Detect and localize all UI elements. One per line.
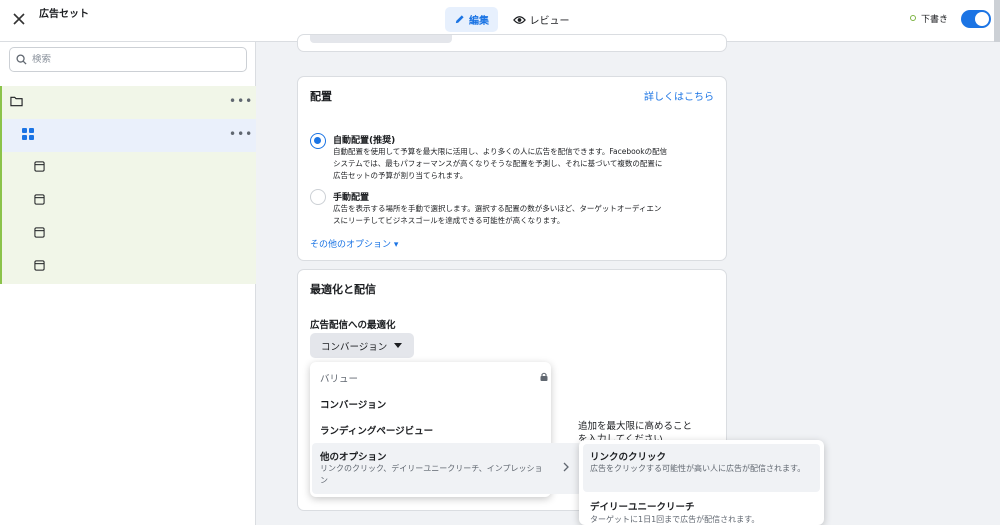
tab-edit[interactable]: 編集 bbox=[445, 7, 498, 32]
lock-icon bbox=[540, 372, 548, 381]
optimization-title: 最適化と配信 bbox=[310, 283, 376, 296]
ad-icon bbox=[34, 260, 45, 271]
submenu-item-desc: ターゲットに1日1回まで広告が配信されます。 bbox=[590, 515, 760, 524]
menu-item-landing-page-view[interactable]: ランディングページビュー bbox=[320, 423, 433, 437]
tree-item-ad[interactable] bbox=[0, 185, 256, 218]
more-options-icon[interactable]: ••• bbox=[229, 127, 253, 141]
more-options-icon[interactable]: ••• bbox=[229, 94, 253, 108]
tab-review[interactable]: レビュー bbox=[506, 7, 576, 32]
eye-icon bbox=[512, 15, 526, 24]
optimization-select[interactable]: コンバージョン bbox=[310, 333, 414, 358]
manual-placement-title: 手動配置 bbox=[333, 193, 370, 203]
auto-placement-desc-3: 広告セットの予算が割り当てられます。 bbox=[333, 171, 468, 180]
background-hint-1: 追加を最大限に高めること bbox=[578, 421, 693, 432]
submenu-item-title: リンクのクリック bbox=[590, 452, 667, 463]
campaign-tree: ••• ••• bbox=[0, 86, 256, 284]
previous-card bbox=[297, 34, 727, 52]
more-options-link[interactable]: その他のオプション ▾ bbox=[310, 237, 398, 250]
learn-more-link[interactable]: 詳しくはこちら bbox=[644, 88, 714, 103]
draft-status-icon bbox=[910, 15, 916, 21]
previous-card-field bbox=[310, 35, 452, 43]
search-icon bbox=[16, 54, 27, 65]
tree-item-ad[interactable] bbox=[0, 251, 256, 284]
tree-item-adset[interactable]: ••• bbox=[0, 119, 256, 152]
tab-edit-label: 編集 bbox=[469, 16, 489, 27]
ad-icon bbox=[34, 194, 45, 205]
publish-toggle[interactable] bbox=[961, 10, 991, 28]
auto-placement-title: 自動配置(推奨) bbox=[333, 136, 396, 146]
submenu-item-desc: 広告をクリックする可能性が高い人に広告が配信されます。 bbox=[590, 464, 806, 473]
placement-card: 配置 詳しくはこちら 自動配置(推奨) 自動配置を使用して予算を最大限に活用し、… bbox=[297, 76, 727, 261]
ad-icon bbox=[34, 227, 45, 238]
search-box[interactable] bbox=[9, 47, 247, 72]
tree-item-ad[interactable] bbox=[0, 218, 256, 251]
ad-icon bbox=[34, 161, 45, 172]
menu-item-conversion[interactable]: コンバージョン bbox=[320, 397, 386, 411]
menu-item-value: バリュー bbox=[320, 374, 359, 385]
right-panel-edge bbox=[994, 0, 1000, 42]
menu-item-other-title: 他のオプション bbox=[320, 452, 387, 463]
other-options-submenu: リンクのクリック 広告をクリックする可能性が高い人に広告が配信されます。 デイリ… bbox=[579, 440, 824, 525]
manual-placement-desc-1: 広告を表示する場所を手動で選択します。選択する配置の数が多いほど、ターゲットオー… bbox=[333, 204, 662, 213]
manual-placement-desc-2: スにリーチしてビジネスゴールを達成できる可能性が高くなります。 bbox=[333, 216, 565, 225]
tree-item-ad[interactable] bbox=[0, 152, 256, 185]
grid-icon bbox=[22, 128, 34, 140]
auto-placement-desc-2: システムでは、最もパフォーマンスが高くなりそうな配置を予測し、それに基づいて複数… bbox=[333, 159, 663, 168]
close-icon bbox=[13, 13, 25, 25]
optimization-dropdown: バリュー コンバージョン ランディングページビュー 他のオプション リンクのクリ… bbox=[310, 362, 582, 497]
caret-down-icon bbox=[394, 343, 403, 348]
auto-placement-radio[interactable] bbox=[310, 133, 326, 149]
page-title: 広告セット bbox=[39, 9, 89, 20]
chevron-right-icon bbox=[563, 462, 569, 472]
manual-placement-radio[interactable] bbox=[310, 189, 326, 205]
draft-status-label: 下書き bbox=[921, 15, 949, 25]
folder-icon bbox=[10, 96, 23, 107]
optimization-label: 広告配信への最適化 bbox=[310, 320, 396, 331]
submenu-item-daily-reach[interactable]: デイリーユニークリーチ bbox=[590, 499, 695, 513]
auto-placement-desc-1: 自動配置を使用して予算を最大限に活用し、より多くの人に広告を配信できます。Fac… bbox=[333, 147, 668, 156]
tab-review-label: レビュー bbox=[529, 16, 570, 27]
pencil-icon bbox=[455, 15, 464, 24]
menu-item-other-desc: リンクのクリック、デイリーユニークリーチ、インプレッション bbox=[320, 464, 543, 485]
tree-item-campaign[interactable]: ••• bbox=[0, 86, 256, 119]
close-button[interactable] bbox=[8, 9, 30, 31]
sidebar: ••• ••• bbox=[0, 42, 256, 525]
placement-title: 配置 bbox=[310, 90, 332, 103]
search-input[interactable] bbox=[32, 54, 232, 65]
toggle-knob bbox=[975, 12, 989, 26]
optimization-select-value: コンバージョン bbox=[321, 341, 388, 353]
